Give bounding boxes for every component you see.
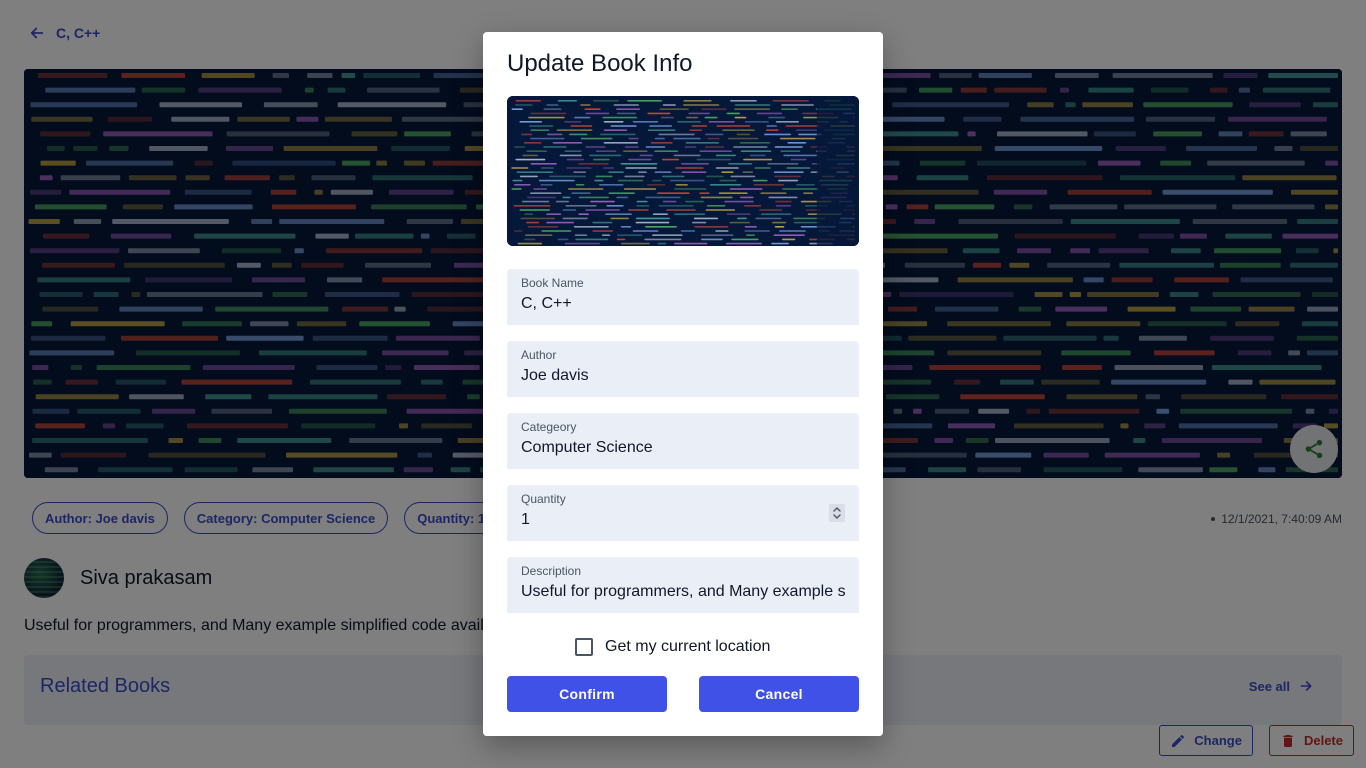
update-book-dialog: Update Book Info Book Name C, C++ Author… [483, 32, 883, 736]
code-preview-image [507, 96, 859, 246]
category-label: Categeory [521, 420, 577, 434]
location-checkbox[interactable] [575, 638, 593, 656]
category-input[interactable]: Computer Science [521, 439, 845, 457]
author-label: Author [521, 348, 557, 362]
location-checkbox-row[interactable]: Get my current location [575, 638, 770, 656]
quantity-field[interactable]: Quantity 1 [507, 485, 859, 541]
author-field[interactable]: Author Joe davis [507, 341, 859, 397]
dialog-title: Update Book Info [507, 50, 693, 77]
cancel-button[interactable]: Cancel [699, 676, 859, 712]
book-image-preview[interactable] [507, 96, 859, 246]
author-input[interactable]: Joe davis [521, 367, 845, 385]
book-name-input[interactable]: C, C++ [521, 295, 845, 313]
quantity-stepper[interactable] [829, 504, 845, 522]
description-label: Description [521, 564, 582, 578]
description-input[interactable]: Useful for programmers, and Many example… [521, 583, 845, 601]
description-field[interactable]: Description Useful for programmers, and … [507, 557, 859, 613]
stepper-arrows-icon [833, 507, 841, 519]
location-checkbox-label: Get my current location [605, 638, 771, 655]
quantity-label: Quantity [521, 492, 566, 506]
category-field[interactable]: Categeory Computer Science [507, 413, 859, 469]
book-name-field[interactable]: Book Name C, C++ [507, 269, 859, 325]
book-name-label: Book Name [521, 276, 584, 290]
confirm-button[interactable]: Confirm [507, 676, 667, 712]
quantity-input[interactable]: 1 [521, 511, 845, 529]
